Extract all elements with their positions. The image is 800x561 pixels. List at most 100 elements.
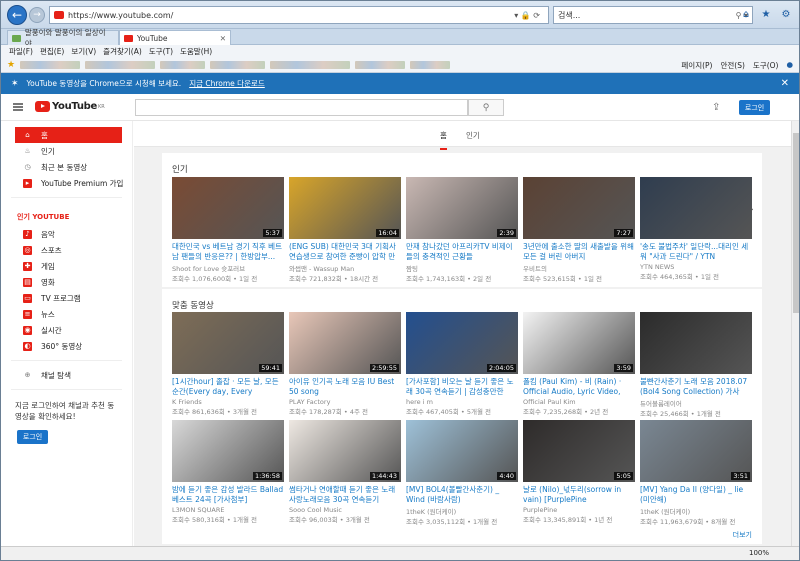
sidebar-item-live[interactable]: ◉ 실시간 (1, 322, 132, 338)
video-thumbnail[interactable] (640, 177, 752, 239)
browser-search-field[interactable]: 검색... ⚲ ▾ (553, 6, 753, 24)
more-link[interactable]: 더보기 (733, 530, 752, 540)
video-thumbnail[interactable]: 3:59 (523, 312, 635, 374)
video-title[interactable]: 불빤간사춘기 노래 모음 2018.07 (Bol4 Song Collecti… (640, 377, 752, 397)
video-card[interactable]: '송도 불법주차' 일단락...대리인 세워 "사과 드린다" / YTN YTN… (640, 177, 752, 283)
home-icon[interactable]: ⌂ (739, 7, 753, 21)
settings-gear-icon[interactable]: ⚙ (779, 7, 793, 21)
sidebar-item-home[interactable]: ⌂ 홈 (15, 127, 122, 143)
menu-file[interactable]: 파일(F) (9, 46, 33, 57)
tab-home[interactable]: 홈 (440, 130, 447, 150)
back-button[interactable]: ← (7, 5, 27, 25)
video-title[interactable]: '송도 불법주차' 일단락...대리인 세워 "사과 드린다" / YTN (640, 242, 752, 262)
sidebar-section-title[interactable]: 인기 YOUTUBE (1, 204, 132, 226)
video-channel[interactable]: 짬팅 (406, 263, 518, 273)
video-channel[interactable]: here i m (406, 398, 518, 406)
video-channel[interactable]: K Friends (172, 398, 284, 406)
favorite-link[interactable] (160, 61, 206, 69)
youtube-search-input[interactable] (135, 99, 468, 116)
video-channel[interactable]: PurplePine (523, 506, 635, 514)
sidebar-item-movies[interactable]: ▤ 영화 (1, 274, 132, 290)
close-tab-icon[interactable]: ✕ (220, 34, 226, 43)
favorite-link[interactable] (85, 61, 156, 69)
sidebar-item-360[interactable]: ◐ 360° 동영상 (1, 338, 132, 354)
video-thumbnail[interactable]: 4:40 (406, 420, 518, 482)
video-title[interactable]: 썸타거나 연애할때 듣기 좋은 노래 사랑노래모음 30곡 연속듣기 (289, 485, 401, 505)
favorites-star-icon[interactable]: ★ (7, 60, 15, 70)
video-card[interactable]: 4:40 [MV] BOL4(볼빨간사춘기) _ Wind (바람사람) 1theK… (406, 420, 518, 526)
sidebar-item-browse-channels[interactable]: ⊕ 채널 탐색 (1, 367, 132, 383)
favorites-star-icon[interactable]: ★ (759, 7, 773, 21)
page-menu[interactable]: 페이지(P) (681, 60, 712, 71)
favorite-link[interactable] (270, 61, 351, 69)
video-channel[interactable]: YTN NEWS (640, 263, 752, 271)
next-arrow-icon[interactable]: › (750, 205, 754, 215)
video-card[interactable]: 59:41 [1시간hour] 졸잡 · 모든 날, 모든 순간(Every da… (172, 312, 284, 418)
video-card[interactable]: 불빤간사춘기 노래 모음 2018.07 (Bol4 Song Collecti… (640, 312, 752, 418)
video-card[interactable]: 3:59 폴킴 (Paul Kim) - 비 (Rain) · Official … (523, 312, 635, 418)
refresh-icon[interactable]: ▾ 🔒 ⟳ (514, 11, 540, 20)
favorite-link[interactable] (20, 61, 81, 69)
video-card[interactable]: 1:36:58 밤에 듣기 좋은 감성 발라드 Ballad 베스트 24곡 [가… (172, 420, 284, 526)
video-card[interactable]: 2:04:05 [가사포함] 비오는 날 듣기 좋은 노래 30곡 연속듣기 | … (406, 312, 518, 418)
video-channel[interactable]: Shoot for Love 슛포러브 (172, 263, 284, 273)
tab-youtube[interactable]: YouTube ✕ (119, 30, 231, 45)
menu-tools[interactable]: 도구(T) (149, 46, 173, 57)
video-title[interactable]: [MV] Yang Da Il (양다일) _ lie (미안해) (640, 485, 752, 505)
sidebar-item-sports[interactable]: ◎ 스포츠 (1, 242, 132, 258)
video-thumbnail[interactable]: 7:27 (523, 177, 635, 239)
video-card[interactable]: 2:39 만재 참나갔던 아프리카TV 비제이 들의 충격적인 근황들 짬팅 조회수 … (406, 177, 518, 283)
menu-favorites[interactable]: 즐겨찾기(A) (103, 46, 142, 57)
video-thumbnail[interactable]: 2:04:05 (406, 312, 518, 374)
video-thumbnail[interactable]: 5:37 (172, 177, 284, 239)
menu-edit[interactable]: 편집(E) (40, 46, 64, 57)
video-card[interactable]: 7:27 3년만에 출소한 딸의 새출발을 위해 모든 걸 버린 아버지 우비트의 조… (523, 177, 635, 283)
sidebar-item-trending[interactable]: ♨ 인기 (1, 143, 132, 159)
sidebar-item-premium[interactable]: ▸ YouTube Premium 가입 (1, 175, 132, 191)
video-title[interactable]: 날로 (Nilo)_넋두리(sorrow in vain) [PurplePin… (523, 485, 635, 505)
video-thumbnail[interactable]: 1:44:43 (289, 420, 401, 482)
sidebar-item-gaming[interactable]: ✚ 게임 (1, 258, 132, 274)
forward-button[interactable]: → (29, 7, 45, 23)
video-thumbnail[interactable]: 16:04 (289, 177, 401, 239)
video-channel[interactable]: Sooo Cool Music (289, 506, 401, 514)
video-title[interactable]: 만재 참나갔던 아프리카TV 비제이 들의 충격적인 근황들 (406, 242, 518, 262)
favorite-link[interactable] (410, 61, 451, 69)
help-icon[interactable]: ● (786, 60, 793, 71)
video-channel[interactable]: Official Paul Kim (523, 398, 635, 406)
video-card[interactable]: 5:37 대한민국 vs 베트남 경기 직후 베트남 팬들의 반응은?? | 한방… (172, 177, 284, 283)
video-thumbnail[interactable]: 5:05 (523, 420, 635, 482)
video-title[interactable]: 아이유 인기곡 노래 모음 IU Best 50 song (289, 377, 401, 397)
video-thumbnail[interactable]: 2:59:55 (289, 312, 401, 374)
video-card[interactable]: 1:44:43 썸타거나 연애할때 듣기 좋은 노래 사랑노래모음 30곡 연속듣… (289, 420, 401, 526)
upload-icon[interactable]: ⇪ (712, 102, 720, 113)
scrollbar-thumb[interactable] (793, 133, 799, 313)
sidebar-item-history[interactable]: ◷ 최근 본 동영상 (1, 159, 132, 175)
video-thumbnail[interactable]: 1:36:58 (172, 420, 284, 482)
login-button[interactable]: 로그인 (739, 100, 770, 115)
sidebar-item-tv[interactable]: ▭ TV 프로그램 (1, 290, 132, 306)
chrome-download-link[interactable]: 지금 Chrome 다운로드 (189, 78, 265, 89)
video-thumbnail[interactable]: 59:41 (172, 312, 284, 374)
video-title[interactable]: [MV] BOL4(볼빨간사춘기) _ Wind (바람사람) (406, 485, 518, 505)
video-card[interactable]: 2:59:55 아이유 인기곡 노래 모음 IU Best 50 song PLAY… (289, 312, 401, 418)
favorite-link[interactable] (355, 61, 406, 69)
video-channel[interactable]: 우비트의 (523, 263, 635, 273)
url-field[interactable]: https://www.youtube.com/ ▾ 🔒 ⟳ (49, 6, 549, 24)
video-title[interactable]: 대한민국 vs 베트남 경기 직후 베트남 팬들의 반응은?? | 한방압부..… (172, 242, 284, 262)
menu-hamburger-icon[interactable] (13, 103, 23, 111)
video-channel[interactable]: 1theK (원더케이) (406, 506, 518, 516)
favorite-link[interactable] (210, 61, 266, 69)
sidebar-login-button[interactable]: 로그인 (17, 430, 48, 444)
sidebar-item-music[interactable]: ♪ 음악 (1, 226, 132, 242)
video-card[interactable]: 3:51 [MV] Yang Da Il (양다일) _ lie (미안해) 1th… (640, 420, 752, 526)
youtube-search-button[interactable]: ⚲ (468, 99, 504, 116)
video-thumbnail[interactable] (640, 312, 752, 374)
video-title[interactable]: (ENG SUB) 대한민국 3대 기획사 연습생으로 참여한 준빵이 압학 만… (289, 242, 401, 262)
video-channel[interactable]: L3MON SQUARE (172, 506, 284, 514)
menu-help[interactable]: 도움말(H) (180, 46, 212, 57)
close-icon[interactable]: ✕ (781, 78, 789, 89)
youtube-logo[interactable]: YouTube KR (35, 101, 105, 112)
tab-other[interactable]: 말풍이와 말풍이의 일상이야... (7, 28, 119, 48)
video-card[interactable]: 16:04 (ENG SUB) 대한민국 3대 기획사 연습생으로 참여한 준빵이… (289, 177, 401, 283)
